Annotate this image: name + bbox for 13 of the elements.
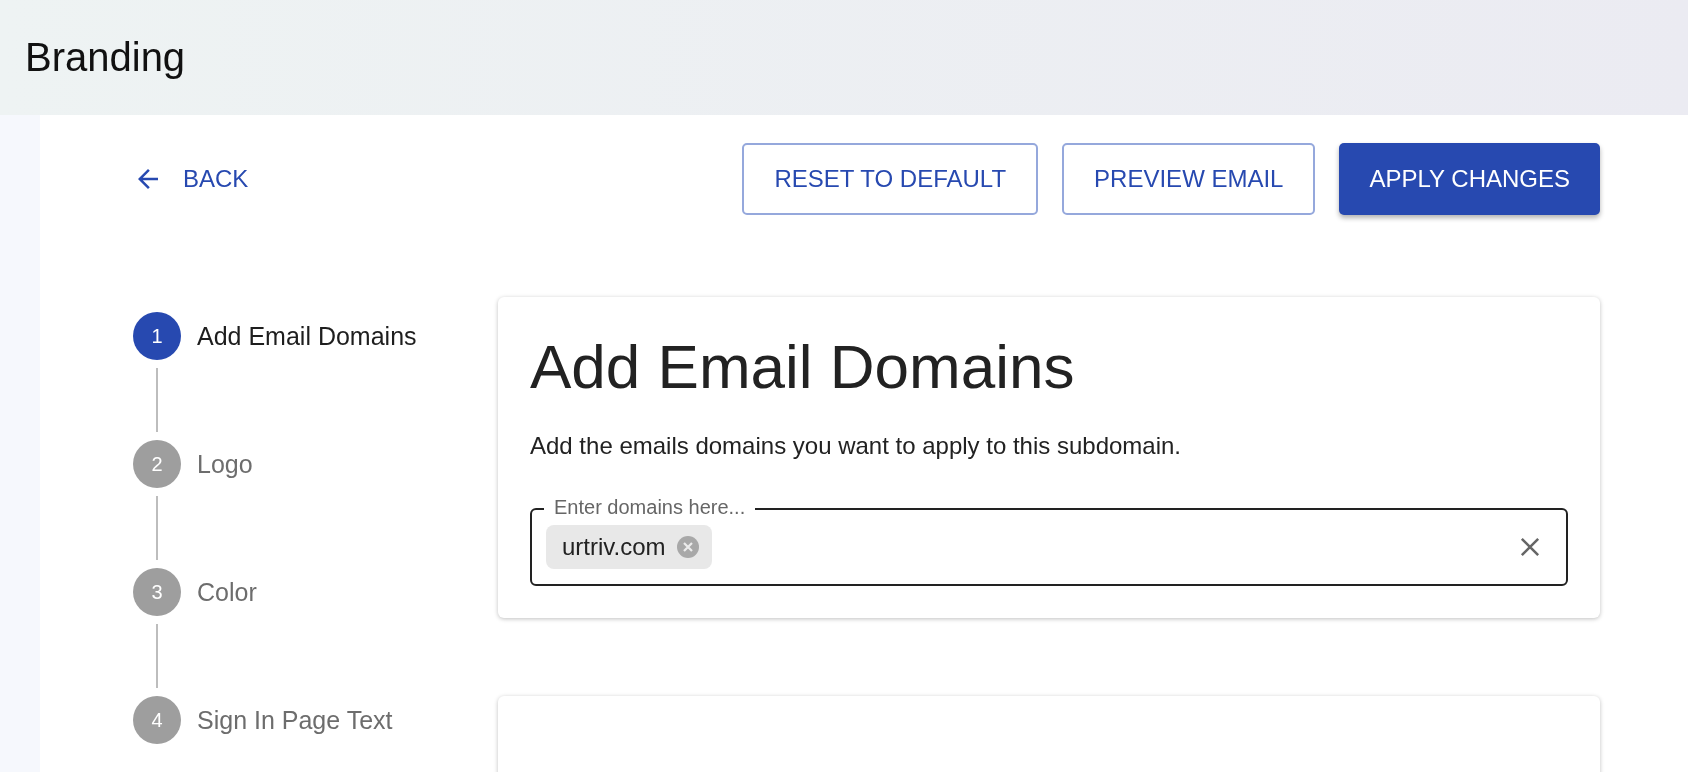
outlined-button[interactable]: RESET TO DEFAULT <box>742 143 1039 215</box>
apply-button[interactable]: APPLY CHANGES <box>1339 143 1600 215</box>
card-title: Add Email Domains <box>530 331 1076 402</box>
outlined-button[interactable]: PREVIEW EMAIL <box>1062 143 1316 215</box>
back-button[interactable]: BACK <box>133 164 249 194</box>
step-number[interactable]: 1 <box>133 312 181 360</box>
step-label[interactable]: Add Email Domains <box>197 321 417 351</box>
step-label[interactable]: Sign In Page Text <box>197 705 393 735</box>
step-label[interactable]: Logo <box>197 449 253 479</box>
step-label[interactable]: Color <box>197 577 257 607</box>
card-description: Add the emails domains you want to apply to this subdomain. <box>530 432 1183 460</box>
page-title: Branding <box>25 35 186 80</box>
domain-chip[interactable]: urtriv.com <box>546 525 712 569</box>
